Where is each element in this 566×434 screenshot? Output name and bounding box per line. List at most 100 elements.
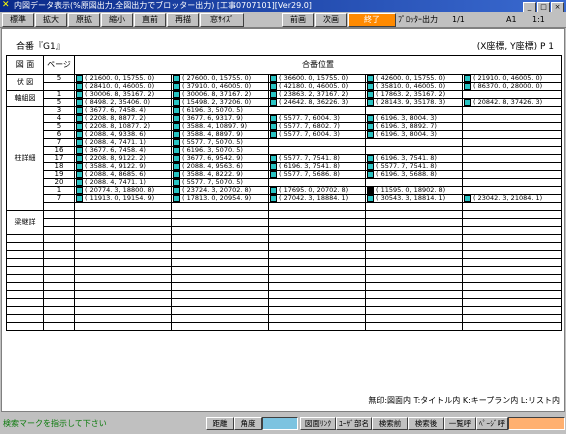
standard-button[interactable]: 標準 xyxy=(2,13,34,27)
search-marker-icon[interactable] xyxy=(367,83,374,90)
search-marker-icon[interactable] xyxy=(76,147,83,154)
position-cell[interactable]: ( 27600. 0, 15755. 0) xyxy=(171,74,269,83)
search-marker-icon[interactable] xyxy=(270,115,277,122)
position-cell[interactable]: ( 3677. 6, 9317. 9) xyxy=(171,114,269,123)
search-marker-icon[interactable] xyxy=(173,139,180,146)
search-marker-icon[interactable] xyxy=(76,123,83,130)
angle-field[interactable] xyxy=(262,417,298,430)
position-cell[interactable]: ( 42600. 0, 15755. 0) xyxy=(365,74,463,83)
user-member-button[interactable]: ﾕｰｻﾞ部名 xyxy=(336,417,372,430)
search-marker-icon[interactable] xyxy=(76,155,83,162)
position-cell[interactable]: ( 8498. 2, 35406. 0) xyxy=(74,98,172,107)
position-cell[interactable]: ( 35810. 0, 46005. 0) xyxy=(365,82,463,91)
position-cell[interactable]: ( 28410. 0, 46005. 0) xyxy=(74,82,172,91)
position-cell[interactable]: ( 3677. 6, 9542. 9) xyxy=(171,154,269,163)
position-cell[interactable]: ( 2088. 4, 7471. 1) xyxy=(74,138,172,147)
position-cell[interactable]: ( 17813. 0, 20954. 9) xyxy=(171,194,269,203)
angle-button[interactable]: 角度 xyxy=(234,417,262,430)
position-cell[interactable]: ( 5577. 7, 6802. 7) xyxy=(268,122,366,131)
exit-button[interactable]: 終了 xyxy=(348,13,396,27)
search-marker-icon[interactable] xyxy=(76,163,83,170)
search-marker-icon[interactable] xyxy=(173,155,180,162)
search-marker-icon[interactable] xyxy=(173,115,180,122)
search-marker-icon[interactable] xyxy=(270,123,277,130)
search-marker-icon[interactable] xyxy=(173,195,180,202)
search-marker-icon[interactable] xyxy=(270,155,277,162)
search-marker-icon[interactable] xyxy=(367,155,374,162)
search-marker-icon[interactable] xyxy=(367,131,374,138)
search-marker-icon[interactable] xyxy=(76,187,83,194)
position-cell[interactable]: ( 11913. 0, 19154. 9) xyxy=(74,194,172,203)
search-marker-icon[interactable] xyxy=(270,131,277,138)
search-marker-icon[interactable] xyxy=(173,187,180,194)
position-cell[interactable]: ( 5577. 7, 6004. 3) xyxy=(268,114,366,123)
position-cell[interactable]: ( 2208. 8, 8877. 2) xyxy=(74,114,172,123)
redraw-button[interactable]: 再描 xyxy=(167,13,199,27)
search-marker-icon[interactable] xyxy=(76,179,83,186)
position-cell[interactable]: ( 21910. 0, 46005. 0) xyxy=(461,74,563,83)
search-prev-button[interactable]: 検索前 xyxy=(372,417,408,430)
position-cell[interactable]: ( 2088. 4, 9338. 6) xyxy=(74,130,172,139)
position-cell[interactable]: ( 3588. 4, 8222. 9) xyxy=(171,170,269,179)
minimize-button[interactable]: _ xyxy=(523,2,536,12)
position-cell[interactable]: ( 42180. 0, 46005. 0) xyxy=(268,82,366,91)
position-cell[interactable]: ( 6196. 3, 7541. 8) xyxy=(365,154,463,163)
position-cell[interactable]: ( 6196. 3, 8892. 7) xyxy=(365,122,463,131)
position-cell[interactable]: ( 2088. 4, 8685. 6) xyxy=(74,170,172,179)
position-cell[interactable]: ( 17863. 2, 35167. 2) xyxy=(365,90,463,99)
search-marker-icon[interactable] xyxy=(173,163,180,170)
search-marker-icon[interactable] xyxy=(270,99,277,106)
position-cell[interactable]: ( 5577. 7, 5070. 5) xyxy=(171,178,269,187)
position-cell[interactable]: ( 21600. 0, 15755. 0) xyxy=(74,74,172,83)
position-cell[interactable]: ( 6196. 3, 5070. 5) xyxy=(171,146,269,155)
position-cell[interactable]: ( 11595. 0, 18902. 8) xyxy=(365,186,463,195)
search-marker-icon[interactable] xyxy=(367,99,374,106)
search-marker-icon[interactable] xyxy=(173,147,180,154)
position-cell[interactable]: ( 6196. 3, 7541. 8) xyxy=(268,162,366,171)
search-marker-icon[interactable] xyxy=(76,91,83,98)
position-cell[interactable]: ( 5577. 7, 7541. 8) xyxy=(365,162,463,171)
page-call-field[interactable] xyxy=(508,417,565,430)
list-call-button[interactable]: 一覧呼 xyxy=(444,417,476,430)
selected-marker-icon[interactable] xyxy=(367,187,374,194)
search-marker-icon[interactable] xyxy=(173,179,180,186)
search-marker-icon[interactable] xyxy=(76,171,83,178)
search-marker-icon[interactable] xyxy=(464,99,471,106)
search-marker-icon[interactable] xyxy=(76,115,83,122)
search-marker-icon[interactable] xyxy=(76,195,83,202)
search-marker-icon[interactable] xyxy=(367,91,374,98)
zoom-out-button[interactable]: 縮小 xyxy=(101,13,133,27)
search-marker-icon[interactable] xyxy=(367,171,374,178)
position-cell[interactable]: ( 5577. 7, 6004. 3) xyxy=(268,130,366,139)
position-cell[interactable]: ( 3588. 4, 9122. 9) xyxy=(74,162,172,171)
position-cell[interactable]: ( 6196. 3, 8004. 3) xyxy=(365,114,463,123)
search-marker-icon[interactable] xyxy=(270,91,277,98)
search-marker-icon[interactable] xyxy=(173,171,180,178)
search-marker-icon[interactable] xyxy=(76,139,83,146)
search-marker-icon[interactable] xyxy=(76,107,83,114)
position-cell[interactable]: ( 5577. 7, 7541. 8) xyxy=(268,154,366,163)
previous-view-button[interactable]: 直前 xyxy=(134,13,166,27)
search-marker-icon[interactable] xyxy=(173,131,180,138)
search-marker-icon[interactable] xyxy=(173,91,180,98)
position-cell[interactable]: ( 36600. 0, 15755. 0) xyxy=(268,74,366,83)
maximize-button[interactable]: □ xyxy=(537,2,550,12)
position-cell[interactable]: ( 27042. 3, 18884. 1) xyxy=(268,194,366,203)
position-cell[interactable]: ( 2088. 4, 9563. 6) xyxy=(171,162,269,171)
position-cell[interactable]: ( 17695. 0, 20702. 8) xyxy=(268,186,366,195)
position-cell[interactable]: ( 3588. 4, 8897. 9) xyxy=(171,130,269,139)
search-marker-icon[interactable] xyxy=(173,107,180,114)
position-cell[interactable]: ( 86370. 0, 28000. 0) xyxy=(461,82,563,91)
position-cell[interactable]: ( 24642. 8, 36226. 3) xyxy=(268,98,366,107)
drawing-link-button[interactable]: 図面ﾘﾝｸ xyxy=(300,417,336,430)
position-cell[interactable]: ( 15498. 2, 37206. 0) xyxy=(171,98,269,107)
position-cell[interactable]: ( 28143. 9, 35178. 3) xyxy=(365,98,463,107)
search-marker-icon[interactable] xyxy=(367,115,374,122)
position-cell[interactable]: ( 30006. 8, 37167. 2) xyxy=(171,90,269,99)
search-marker-icon[interactable] xyxy=(270,75,277,82)
search-marker-icon[interactable] xyxy=(270,187,277,194)
position-cell[interactable]: ( 23724. 3, 20702. 8) xyxy=(171,186,269,195)
close-button[interactable]: × xyxy=(551,2,564,12)
position-cell[interactable]: ( 3588. 4, 10897. 9) xyxy=(171,122,269,131)
position-cell[interactable]: ( 2208. 8, 9122. 2) xyxy=(74,154,172,163)
